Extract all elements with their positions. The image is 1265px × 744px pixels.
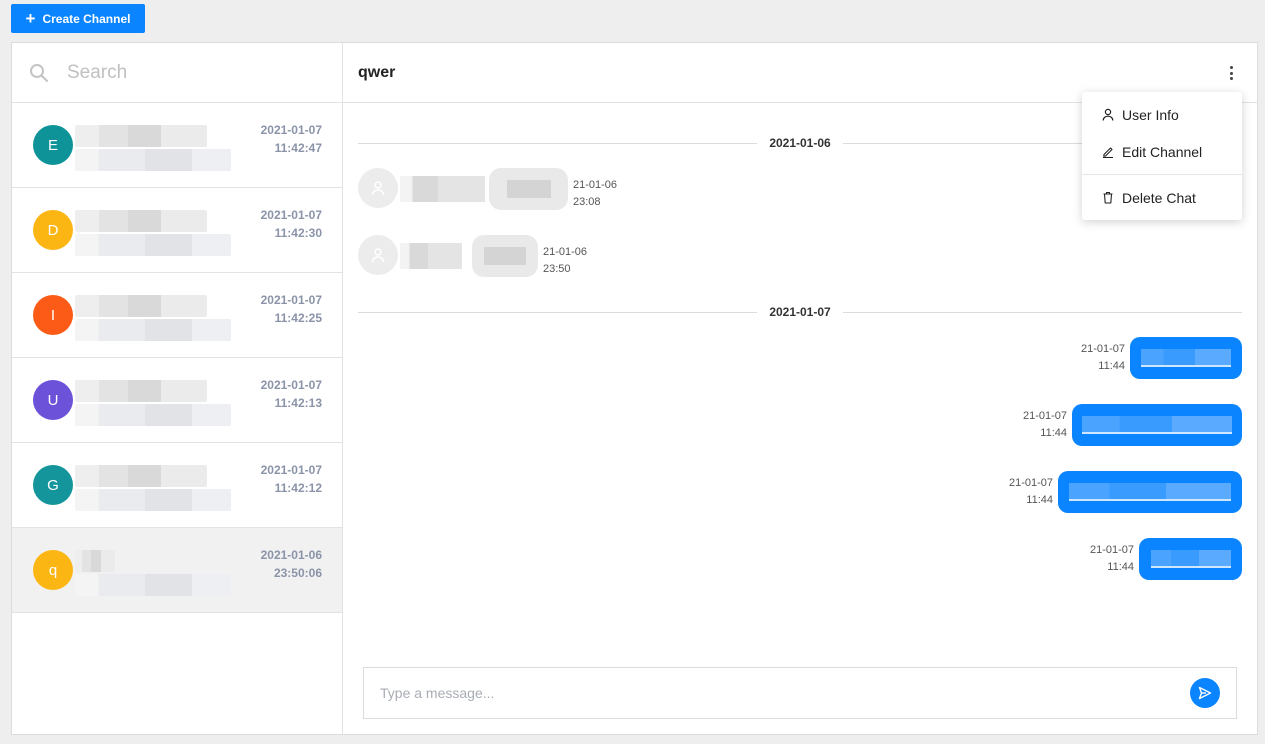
incoming-message: 21-01-06 23:08	[358, 168, 617, 211]
menu-label: Delete Chat	[1122, 189, 1196, 206]
create-channel-button[interactable]: + Create Channel	[11, 4, 145, 33]
message-date: 21-01-07	[1008, 477, 1053, 489]
redacted-preview	[75, 198, 245, 260]
channel-item[interactable]: G 2021-01-07 11:42:12	[12, 443, 342, 528]
outgoing-message: 21-01-07 11:44	[1081, 337, 1242, 379]
message-bubble	[489, 168, 568, 210]
message-date: 21-01-07	[1089, 544, 1134, 556]
message-bubble	[472, 235, 538, 277]
channel-timestamp: 2021-01-07 11:42:12	[261, 461, 322, 497]
chat-title: qwer	[358, 63, 396, 81]
message-bubble	[1058, 471, 1242, 513]
chat-options-menu: User Info Edit Channel Delete Chat	[1082, 92, 1242, 220]
message-time: 11:44	[1026, 494, 1053, 506]
menu-item-user-info[interactable]: User Info	[1082, 96, 1242, 133]
outgoing-message: 21-01-07 11:44	[1023, 404, 1242, 446]
avatar: G	[33, 465, 73, 505]
channel-date: 2021-01-07	[260, 208, 322, 222]
redacted-preview	[75, 113, 245, 175]
message-timestamp: 21-01-06 23:50	[543, 244, 587, 278]
message-time: 23:50	[543, 263, 571, 275]
chat-app: E 2021-01-07 11:42:47 D 2021-01-07 11:42:3…	[11, 42, 1258, 735]
message-timestamp: 21-01-07 11:44	[1023, 408, 1067, 442]
message-bubble	[1072, 404, 1242, 446]
redacted-preview	[75, 368, 245, 430]
incoming-message: 21-01-06 23:50	[358, 235, 587, 278]
menu-label: Edit Channel	[1122, 143, 1203, 160]
message-time: 11:44	[1098, 360, 1125, 372]
menu-item-edit-channel[interactable]: Edit Channel	[1082, 133, 1242, 170]
channel-item[interactable]: I 2021-01-07 11:42:25	[12, 273, 342, 358]
create-channel-label: Create Channel	[42, 11, 131, 26]
plus-icon: +	[25, 8, 36, 28]
channel-date: 2021-01-07	[260, 463, 322, 477]
channel-time: 11:42:25	[274, 311, 322, 325]
message-timestamp: 21-01-07 11:44	[1081, 341, 1125, 375]
outgoing-message: 21-01-07 11:44	[1009, 471, 1242, 513]
message-timestamp: 21-01-07 11:44	[1090, 542, 1134, 576]
message-timestamp: 21-01-07 11:44	[1009, 475, 1053, 509]
channel-time: 11:42:13	[274, 396, 322, 410]
message-date: 21-01-06	[573, 179, 618, 191]
search-bar	[12, 43, 342, 103]
channel-date: 2021-01-06	[260, 548, 322, 562]
avatar: U	[33, 380, 73, 420]
trash-icon	[1103, 191, 1113, 204]
redacted-preview	[75, 283, 245, 345]
message-date: 21-01-07	[1080, 343, 1125, 355]
channel-time: 11:42:47	[274, 141, 322, 155]
channel-date: 2021-01-07	[260, 293, 322, 307]
menu-divider	[1082, 174, 1242, 175]
channel-item[interactable]: E 2021-01-07 11:42:47	[12, 103, 342, 188]
avatar: q	[33, 550, 73, 590]
outgoing-message: 21-01-07 11:44	[1090, 538, 1242, 580]
channel-date: 2021-01-07	[260, 378, 322, 392]
date-divider-label: 2021-01-07	[769, 305, 831, 319]
channel-date: 2021-01-07	[260, 123, 322, 137]
message-bubble	[1139, 538, 1242, 580]
date-divider: 2021-01-07	[358, 305, 1243, 319]
message-date: 21-01-06	[543, 246, 588, 258]
channel-timestamp: 2021-01-07 11:42:25	[261, 291, 322, 327]
user-avatar-icon	[358, 168, 398, 208]
message-composer	[363, 667, 1237, 719]
channel-time: 23:50:06	[273, 566, 322, 580]
message-time: 11:44	[1107, 561, 1134, 573]
user-icon	[1102, 108, 1114, 121]
channel-item-active[interactable]: q 2021-01-06 23:50:06	[12, 528, 342, 613]
message-date: 21-01-07	[1022, 410, 1067, 422]
channel-item[interactable]: D 2021-01-07 11:42:30	[12, 188, 342, 273]
channel-timestamp: 2021-01-06 23:50:06	[261, 546, 322, 582]
kebab-menu-icon[interactable]	[1225, 63, 1237, 83]
menu-label: User Info	[1122, 106, 1179, 123]
message-time: 23:08	[573, 196, 601, 208]
channel-timestamp: 2021-01-07 11:42:13	[261, 376, 322, 412]
send-icon[interactable]	[1190, 678, 1220, 708]
channel-item[interactable]: U 2021-01-07 11:42:13	[12, 358, 342, 443]
redacted-preview	[75, 538, 245, 600]
message-input[interactable]	[380, 685, 1190, 701]
search-input[interactable]	[67, 61, 307, 84]
message-bubble	[1130, 337, 1242, 379]
user-avatar-icon	[358, 235, 398, 275]
date-divider-label: 2021-01-06	[769, 136, 831, 150]
search-icon	[29, 63, 49, 83]
avatar: I	[33, 295, 73, 335]
avatar: D	[33, 210, 73, 250]
redacted-preview	[75, 453, 245, 515]
message-time: 11:44	[1040, 427, 1067, 439]
channel-time: 11:42:12	[274, 481, 322, 495]
pencil-icon	[1103, 147, 1113, 158]
channel-sidebar: E 2021-01-07 11:42:47 D 2021-01-07 11:42:3…	[12, 43, 343, 734]
redacted-sender	[400, 176, 485, 202]
redacted-sender	[400, 243, 462, 269]
channel-timestamp: 2021-01-07 11:42:47	[261, 121, 322, 157]
channel-time: 11:42:30	[274, 226, 322, 240]
message-timestamp: 21-01-06 23:08	[573, 177, 617, 211]
menu-item-delete-chat[interactable]: Delete Chat	[1082, 179, 1242, 216]
avatar: E	[33, 125, 73, 165]
channel-timestamp: 2021-01-07 11:42:30	[261, 206, 322, 242]
